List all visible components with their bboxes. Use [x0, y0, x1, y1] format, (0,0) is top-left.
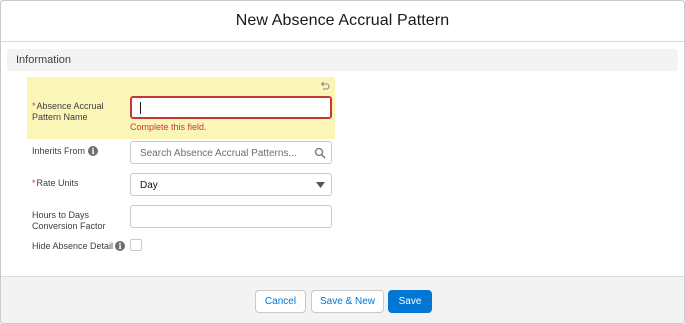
- cancel-button[interactable]: Cancel: [255, 290, 306, 313]
- save-and-new-button[interactable]: Save & New: [311, 290, 384, 313]
- required-marker: *: [32, 101, 36, 111]
- modal-title: New Absence Accrual Pattern: [235, 12, 450, 29]
- modal-header: New Absence Accrual Pattern: [1, 1, 684, 42]
- rate-units-select[interactable]: Day: [130, 173, 332, 196]
- pattern-name-input[interactable]: [130, 96, 332, 119]
- section-title: Information: [16, 54, 72, 66]
- conversion-factor-input[interactable]: [130, 205, 332, 228]
- info-icon[interactable]: i: [88, 146, 98, 156]
- info-icon[interactable]: i: [115, 241, 125, 251]
- required-marker: *: [32, 178, 36, 188]
- section-header-information[interactable]: Information: [7, 49, 678, 71]
- search-placeholder: Search Absence Accrual Patterns...: [140, 148, 297, 159]
- inherits-from-search-input[interactable]: Search Absence Accrual Patterns...: [130, 141, 332, 164]
- hide-absence-detail-checkbox[interactable]: [130, 239, 142, 251]
- modal-footer: Cancel Save & New Save: [1, 276, 684, 323]
- inherits-from-label: Inherits From: [32, 146, 86, 156]
- rate-units-label: *Rate Units: [32, 178, 79, 188]
- undo-icon[interactable]: [319, 80, 331, 92]
- hide-absence-detail-label: Hide Absence Detail: [32, 241, 114, 251]
- name-field-label: *Absence Accrual Pattern Name: [32, 101, 104, 122]
- chevron-down-icon: [316, 182, 325, 188]
- save-button[interactable]: Save: [388, 290, 432, 313]
- conversion-factor-label: Hours to Days Conversion Factor: [32, 210, 106, 231]
- rate-units-value: Day: [140, 180, 158, 191]
- text-cursor: [140, 102, 141, 114]
- search-icon: [314, 147, 326, 159]
- new-absence-accrual-pattern-modal: New Absence Accrual Pattern Information …: [0, 0, 685, 324]
- name-field-error: Complete this field.: [130, 122, 207, 132]
